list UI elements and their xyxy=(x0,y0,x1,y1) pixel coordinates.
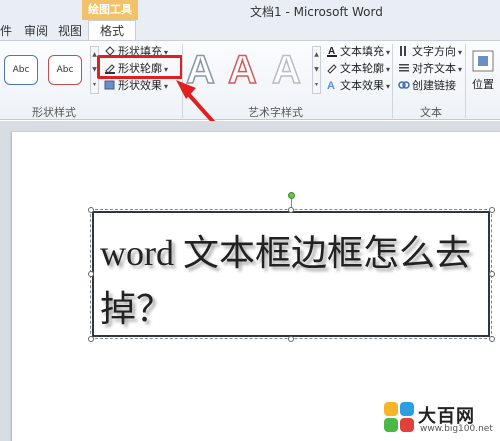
resize-handle-ne[interactable] xyxy=(489,207,495,213)
resize-handle-n[interactable] xyxy=(288,207,294,213)
textbox-content[interactable]: word 文本框边框怎么去 掉？ xyxy=(100,225,485,337)
resize-handle-e[interactable] xyxy=(489,271,495,277)
watermark-icon xyxy=(384,402,414,432)
watermark-url: www.big100.net xyxy=(420,424,493,434)
rotation-handle[interactable] xyxy=(288,192,295,199)
resize-handle-se[interactable] xyxy=(489,336,495,342)
textbox-line-1: word 文本框边框怎么去 xyxy=(100,233,471,273)
resize-handle-w[interactable] xyxy=(88,271,94,277)
resize-handle-sw[interactable] xyxy=(88,336,94,342)
textbox-line-2: 掉？ xyxy=(100,289,173,329)
resize-handle-nw[interactable] xyxy=(88,207,94,213)
